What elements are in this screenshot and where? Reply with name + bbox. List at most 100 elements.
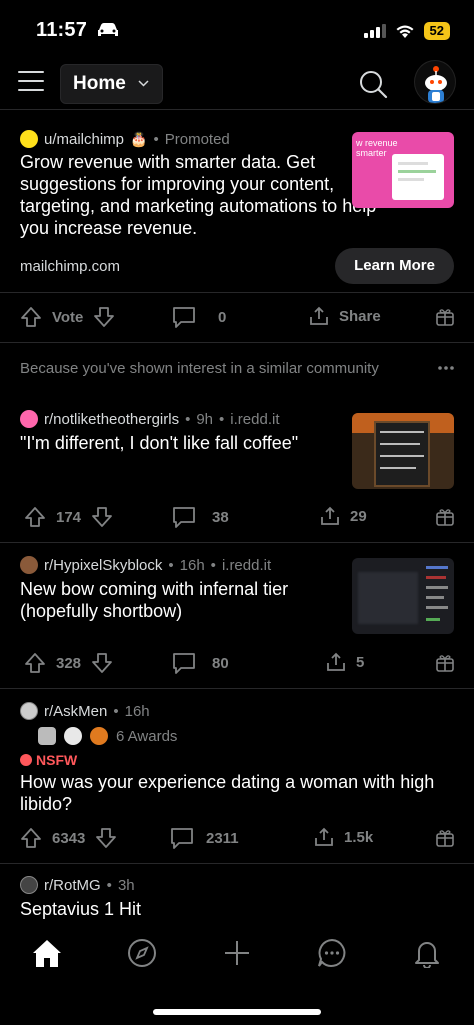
share-icon [321, 506, 339, 525]
share-icon [327, 652, 345, 671]
comment-icon [173, 507, 195, 528]
upvote-icon[interactable] [24, 652, 46, 674]
vote-count: 328 [56, 654, 82, 672]
recommendation-header: Because you've shown interest in a simil… [0, 343, 474, 393]
battery-indicator: 52 [423, 22, 450, 40]
award-icon [38, 727, 56, 745]
award-icon [64, 727, 82, 745]
search-button[interactable] [357, 68, 389, 100]
downvote-icon[interactable] [95, 827, 117, 849]
cellular-signal-icon [363, 24, 386, 38]
bottom-navigation [0, 920, 474, 1025]
vote-count: 174 [56, 508, 82, 526]
share-label: Share [339, 307, 381, 325]
subreddit-name[interactable]: r/AskMen [44, 703, 107, 720]
search-icon [360, 71, 388, 99]
share-icon [310, 306, 328, 325]
chevron-down-icon [138, 79, 149, 90]
post-thumbnail[interactable] [352, 558, 454, 634]
promoted-tag: Promoted [164, 130, 230, 148]
menu-button[interactable] [18, 71, 44, 97]
cake-icon: 🎂 [130, 130, 148, 147]
downvote-icon[interactable] [91, 506, 113, 528]
gift-award-icon [436, 509, 454, 526]
comments-button[interactable]: 38 [172, 505, 229, 529]
post-thumbnail[interactable]: w revenue smarter [352, 132, 454, 208]
share-button[interactable]: 1.5k [314, 827, 373, 847]
post-card[interactable]: r/AskMen • 16h 6 Awards NSFW How was you… [0, 689, 474, 863]
home-indicator [153, 1009, 321, 1015]
subreddit-name[interactable]: r/notliketheothergirls [44, 411, 179, 428]
learn-more-button[interactable]: Learn More [335, 248, 454, 284]
more-options-icon[interactable] [438, 366, 454, 370]
award-button[interactable] [435, 828, 455, 848]
downvote-icon[interactable] [91, 652, 113, 674]
snoo-avatar-icon [425, 66, 447, 103]
nav-create[interactable] [220, 936, 254, 970]
feed-selector-label: Home [73, 73, 126, 94]
awards-row[interactable]: 6 Awards [38, 727, 177, 745]
user-avatar[interactable] [414, 60, 456, 104]
car-icon [98, 23, 118, 36]
post-card[interactable]: r/HypixelSkyblock • 16h • i.redd.it New … [0, 543, 474, 688]
post-title[interactable]: Septavius 1 Hit [20, 898, 450, 920]
comment-count: 38 [212, 508, 229, 526]
feed-selector-dropdown[interactable]: Home [60, 64, 163, 104]
status-time: 11:57 [36, 19, 88, 41]
post-domain: i.redd.it [230, 410, 280, 428]
post-author[interactable]: u/mailchimp [44, 131, 124, 148]
compass-icon [128, 939, 156, 967]
award-button[interactable] [435, 653, 455, 673]
comment-count: 0 [218, 308, 227, 326]
post-thumbnail[interactable] [352, 413, 454, 489]
award-button[interactable] [435, 307, 455, 327]
bell-icon [415, 942, 439, 968]
award-icon [90, 727, 108, 745]
wifi-icon [396, 25, 414, 38]
share-button[interactable]: 29 [320, 506, 367, 526]
post-card[interactable]: r/notliketheothergirls • 9h • i.redd.it … [0, 393, 474, 543]
share-button[interactable]: Share [309, 306, 381, 326]
subreddit-icon [20, 556, 38, 574]
gift-award-icon [436, 830, 454, 847]
comments-button[interactable]: 2311 [170, 826, 239, 850]
share-count: 1.5k [344, 828, 374, 846]
comment-count: 2311 [206, 829, 239, 847]
comment-icon [171, 828, 193, 849]
plus-icon [225, 941, 249, 965]
chat-icon [318, 938, 346, 967]
post-title[interactable]: New bow coming with infernal tier (hopef… [20, 578, 330, 622]
share-button[interactable]: 5 [326, 652, 364, 672]
hamburger-icon [18, 71, 44, 73]
post-title[interactable]: Grow revenue with smarter data. Get sugg… [20, 151, 400, 239]
downvote-icon[interactable] [93, 306, 115, 328]
share-icon [315, 827, 333, 846]
awards-count: 6 Awards [116, 727, 178, 745]
post-title[interactable]: "I'm different, I don't like fall coffee… [20, 432, 340, 454]
vote-label: Vote [52, 308, 84, 326]
nav-home[interactable] [30, 936, 64, 970]
nav-chat[interactable] [315, 936, 349, 970]
post-age: 3h [117, 876, 135, 894]
nsfw-tag: NSFW [36, 752, 78, 768]
comments-button[interactable]: 0 [172, 305, 226, 329]
award-button[interactable] [435, 507, 455, 527]
share-count: 5 [356, 653, 365, 671]
post-card[interactable]: r/RotMG • 3h Septavius 1 Hit [0, 864, 474, 924]
nav-notifications[interactable] [410, 936, 444, 970]
comments-button[interactable]: 80 [172, 651, 229, 675]
ad-domain[interactable]: mailchimp.com [20, 258, 120, 275]
subreddit-icon [20, 410, 38, 428]
subreddit-name[interactable]: r/HypixelSkyblock [44, 557, 162, 574]
nav-discover[interactable] [125, 936, 159, 970]
subreddit-icon [20, 876, 38, 894]
upvote-icon[interactable] [20, 827, 42, 849]
post-actions: 174 38 29 [0, 494, 474, 540]
subreddit-name[interactable]: r/RotMG [44, 877, 101, 894]
post-actions: 6343 2311 1.5k [0, 815, 474, 861]
upvote-icon[interactable] [20, 306, 42, 328]
upvote-icon[interactable] [24, 506, 46, 528]
promoted-post[interactable]: u/mailchimp 🎂 • Promoted Grow revenue wi… [0, 110, 474, 293]
subreddit-icon [20, 702, 38, 720]
post-title[interactable]: How was your experience dating a woman w… [20, 771, 450, 815]
